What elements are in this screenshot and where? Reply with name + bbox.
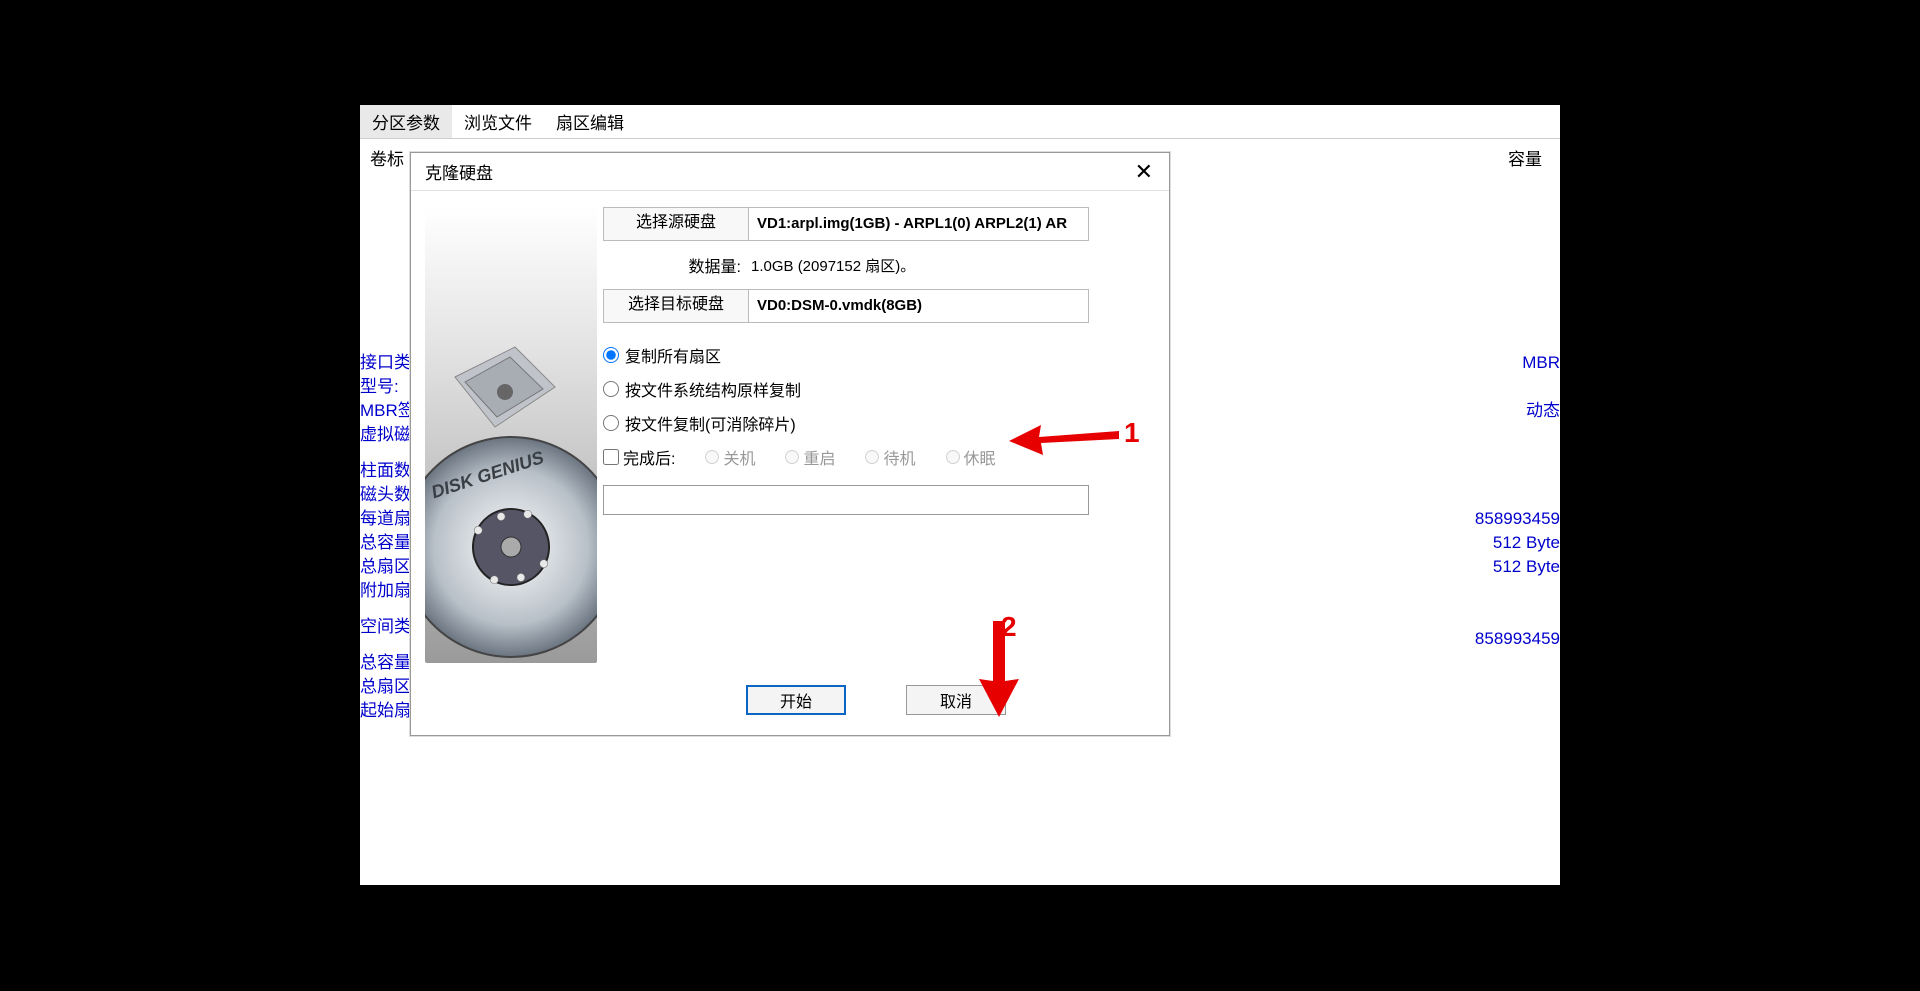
dialog-image-panel: DISK GENIUS (411, 191, 597, 731)
select-source-disk-button[interactable]: 选择源硬盘 (603, 207, 749, 241)
radio-copy-by-fs-label: 按文件系统结构原样复制 (625, 377, 801, 401)
col-label-left: 卷标 (370, 145, 404, 170)
dialog-title: 克隆硬盘 (425, 159, 493, 184)
after-complete-row: 完成后: 关机 重启 待机 休眠 (603, 445, 1169, 469)
radio-copy-by-fs[interactable]: 按文件系统结构原样复制 (603, 377, 1169, 401)
data-amount-label: 数据量: (603, 253, 749, 277)
val-num1: 858993459 (1475, 507, 1560, 531)
hard-drive-image: DISK GENIUS (425, 207, 597, 663)
progress-bar (603, 485, 1089, 515)
radio-copy-all-sectors-label: 复制所有扇区 (625, 343, 721, 367)
tab-browse-files[interactable]: 浏览文件 (452, 105, 544, 138)
after-complete-label: 完成后: (623, 445, 675, 469)
annotation-number-2: 2 (1001, 611, 1017, 643)
tabs-row: 分区参数 浏览文件 扇区编辑 (360, 105, 1560, 139)
dialog-form-panel: 选择源硬盘 VD1:arpl.img(1GB) - ARPL1(0) ARPL2… (597, 191, 1169, 731)
radio-copy-all-sectors[interactable]: 复制所有扇区 (603, 343, 1169, 367)
val-bytes2: 512 Byte (1475, 555, 1560, 579)
target-disk-field[interactable]: VD0:DSM-0.vmdk(8GB) (749, 289, 1089, 323)
col-label-capacity: 容量 (1508, 145, 1542, 170)
radio-copy-all-sectors-input[interactable] (603, 347, 619, 363)
copy-mode-group: 复制所有扇区 按文件系统结构原样复制 按文件复制(可消除碎片) (603, 343, 1169, 435)
select-target-disk-button[interactable]: 选择目标硬盘 (603, 289, 749, 323)
clone-disk-dialog: 克隆硬盘 ✕ (410, 152, 1170, 736)
radio-copy-by-fs-input[interactable] (603, 381, 619, 397)
cancel-button[interactable]: 取消 (906, 685, 1006, 715)
start-button[interactable]: 开始 (746, 685, 846, 715)
radio-copy-by-file-label: 按文件复制(可消除碎片) (625, 411, 796, 435)
background-window: 分区参数 浏览文件 扇区编辑 卷标 容量 接口类型 型号: MBR签名 虚拟磁盘… (360, 105, 1560, 885)
disk-info-values: MBR 动态 858993459 512 Byte 512 Byte 85899… (1475, 351, 1560, 651)
after-opt-restart: 重启 (785, 445, 835, 469)
after-opt-hibernate: 休眠 (946, 445, 996, 469)
val-mbr: MBR (1475, 351, 1560, 375)
dialog-titlebar: 克隆硬盘 ✕ (411, 153, 1169, 191)
after-complete-checkbox[interactable] (603, 449, 619, 465)
after-opt-standby: 待机 (865, 445, 915, 469)
val-dynamic: 动态 (1475, 399, 1560, 423)
data-amount-value: 1.0GB (2097152 扇区)。 (749, 255, 915, 276)
close-icon[interactable]: ✕ (1125, 161, 1163, 183)
tab-partition-params[interactable]: 分区参数 (360, 105, 452, 138)
val-num2: 858993459 (1475, 627, 1560, 651)
val-bytes1: 512 Byte (1475, 531, 1560, 555)
radio-copy-by-file[interactable]: 按文件复制(可消除碎片) (603, 411, 1169, 435)
source-disk-field[interactable]: VD1:arpl.img(1GB) - ARPL1(0) ARPL2(1) AR (749, 207, 1089, 241)
radio-copy-by-file-input[interactable] (603, 415, 619, 431)
after-opt-shutdown: 关机 (705, 445, 755, 469)
tab-sector-edit[interactable]: 扇区编辑 (544, 105, 636, 138)
